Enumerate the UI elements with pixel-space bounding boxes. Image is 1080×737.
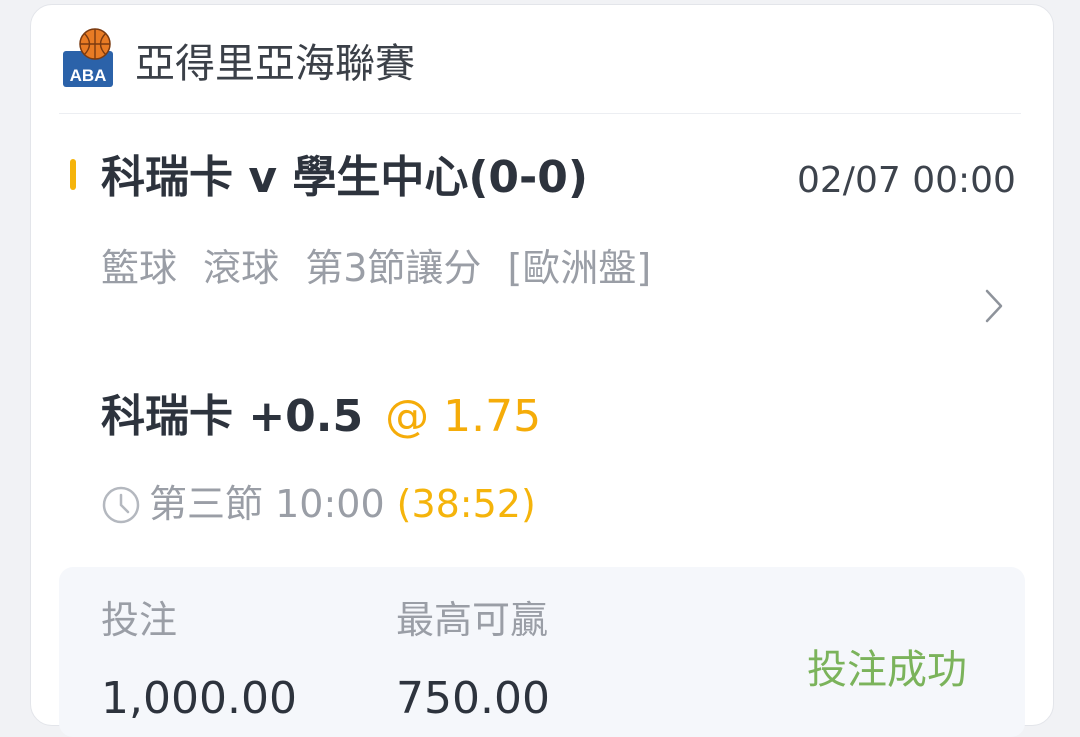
logo-text: ABA	[70, 66, 107, 85]
accent-bar	[70, 159, 76, 190]
bet-card: ABA 亞得里亞海聯賽 科瑞卡 v 學生中心(0-0) 02/07 00:00 …	[30, 4, 1054, 737]
period-label: 第三節	[149, 482, 264, 526]
selection-label: 科瑞卡 +0.5	[101, 391, 364, 442]
clock-icon	[102, 486, 140, 524]
max-win-label: 最高可贏	[396, 598, 549, 642]
chevron-right-icon[interactable]	[977, 281, 1011, 331]
period-text: 第三節 10:00 (38:52)	[149, 479, 536, 529]
match-title: 科瑞卡 v 學生中心(0-0)	[101, 152, 589, 203]
elapsed-time: (38:52)	[396, 482, 536, 526]
odds-value: @ 1.75	[385, 391, 542, 442]
aba-league-logo: ABA	[63, 28, 113, 87]
bet-meta: 籃球 滾球 第3節讓分 [歐洲盤]	[101, 239, 701, 297]
selection: 科瑞卡 +0.5 @ 1.75	[101, 389, 541, 445]
divider	[59, 113, 1021, 114]
max-win-column: 最高可贏 750.00	[396, 591, 550, 731]
bet-summary: 投注 1,000.00 最高可贏 750.00 投注成功	[59, 567, 1025, 737]
stake-column: 投注 1,000.00	[101, 591, 297, 731]
league-header: ABA 亞得里亞海聯賽	[63, 27, 1023, 91]
sport-label: 籃球	[101, 246, 178, 290]
odds-format-label: [歐洲盤]	[507, 246, 652, 290]
clock-value: 10:00	[275, 482, 385, 526]
match-time: 02/07 00:00	[797, 160, 1016, 201]
league-name: 亞得里亞海聯賽	[135, 41, 415, 87]
max-win-value: 750.00	[396, 673, 550, 724]
bet-status: 投注成功	[807, 647, 967, 693]
stake-label: 投注	[101, 598, 178, 642]
market-label: 第3節讓分	[305, 246, 482, 290]
bet-type-label: 滾球	[203, 246, 280, 290]
stake-value: 1,000.00	[101, 673, 297, 724]
